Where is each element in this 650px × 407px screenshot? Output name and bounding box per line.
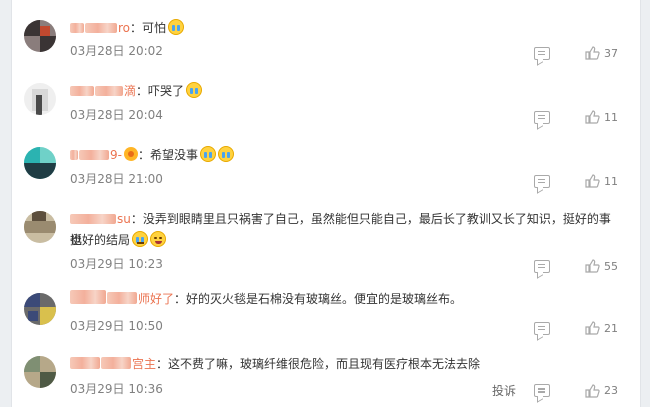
username-link[interactable]: 9- (70, 148, 122, 162)
thumbs-up-icon (585, 321, 600, 335)
thumbs-up-icon (585, 383, 600, 398)
comment-text: ：可怕 (130, 21, 167, 35)
reply-icon[interactable] (534, 110, 550, 124)
like-button[interactable]: 11 (584, 173, 620, 189)
like-count: 11 (604, 110, 618, 124)
comment-actions: 37 (534, 45, 620, 61)
crying-emoji-icon (168, 19, 185, 35)
reply-icon[interactable] (534, 46, 550, 60)
avatar[interactable] (24, 83, 56, 115)
avatar[interactable] (24, 20, 56, 52)
comment-time: 03月29日 10:50 (70, 319, 163, 333)
like-button[interactable]: 11 (584, 109, 620, 125)
crying-emoji-icon (186, 82, 203, 98)
comment-time: 03月29日 10:36 (70, 382, 163, 396)
reply-icon[interactable] (534, 321, 550, 335)
comment-actions: 投诉 23 (492, 382, 620, 399)
username-link[interactable]: 宫主 (70, 357, 156, 371)
thumbs-up-icon (585, 174, 600, 188)
thumbs-up-icon (585, 259, 600, 273)
report-button[interactable]: 投诉 (492, 382, 516, 399)
sweat-smile-emoji-icon (132, 231, 149, 247)
comment-text-line: 滴：吓哭了 (70, 81, 620, 102)
like-count: 37 (604, 46, 618, 60)
comment-time: 03月28日 21:00 (70, 172, 163, 186)
comment-actions: 55 (534, 258, 620, 274)
username-link[interactable]: su (70, 212, 131, 226)
comment-text: ：好的灭火毯是石棉没有玻璃丝。便宜的是玻璃丝布。 (174, 292, 463, 306)
right-frame (640, 0, 650, 407)
comment-list: ro：可怕 03月28日 20:02 37 滴：吓哭了 03月28日 20:04… (12, 0, 640, 407)
comment-text-line: 师好了：好的灭火毯是石棉没有玻璃丝。便宜的是玻璃丝布。 (70, 289, 620, 310)
username-link[interactable]: 滴 (70, 84, 136, 98)
comment-time: 03月28日 20:04 (70, 108, 163, 122)
member-badge-icon (123, 147, 138, 161)
comment-text-line: 9- ：希望没事 (70, 145, 620, 166)
thumbs-up-icon (585, 110, 600, 124)
comment-actions: 11 (534, 109, 620, 125)
crying-emoji-icon (199, 146, 216, 162)
like-button[interactable]: 23 (584, 383, 620, 399)
username-link[interactable]: 师好了 (70, 290, 174, 306)
avatar[interactable] (24, 356, 56, 388)
like-count: 21 (604, 321, 618, 335)
thumbs-up-icon (585, 46, 600, 60)
reply-icon[interactable] (534, 174, 550, 188)
comment-actions: 11 (534, 173, 620, 189)
comment-text-line-2: 挺好的结局 (70, 230, 620, 251)
comment-text: ：吓哭了 (136, 84, 185, 98)
reply-icon[interactable] (534, 384, 550, 397)
laughing-emoji-icon (150, 231, 167, 247)
comment-actions: 21 (534, 320, 620, 336)
avatar[interactable] (24, 211, 56, 243)
like-button[interactable]: 21 (584, 320, 620, 336)
reply-icon[interactable] (534, 259, 550, 273)
left-frame (0, 0, 12, 407)
comment-text-line: ro：可怕 (70, 18, 620, 39)
like-button[interactable]: 37 (584, 45, 620, 61)
comment-text: ：这不费了嘛，玻璃纤维很危险，而且现有医疗根本无法去除 (156, 357, 481, 371)
comment-text-line: 宫主：这不费了嘛，玻璃纤维很危险，而且现有医疗根本无法去除 (70, 354, 620, 375)
comment-text: ：希望没事 (137, 148, 198, 162)
comment-time: 03月29日 10:23 (70, 257, 163, 271)
username-link[interactable]: ro (70, 21, 130, 35)
comment-text-continued: 挺好的结局 (70, 233, 131, 247)
like-button[interactable]: 55 (584, 258, 620, 274)
comment-time: 03月28日 20:02 (70, 44, 163, 58)
avatar[interactable] (24, 293, 56, 325)
crying-emoji-icon (217, 146, 234, 162)
avatar[interactable] (24, 147, 56, 179)
like-count: 55 (604, 259, 618, 273)
like-count: 23 (604, 384, 618, 397)
like-count: 11 (604, 174, 618, 188)
